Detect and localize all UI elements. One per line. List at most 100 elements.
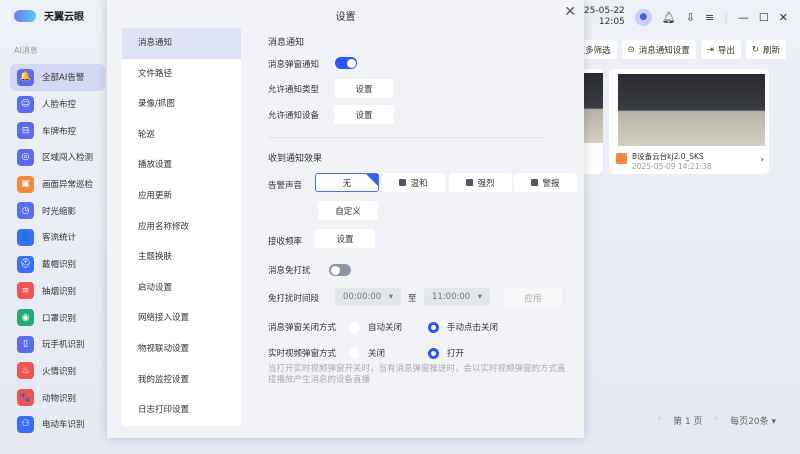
sidebar-item[interactable]: 🐾 动物识别 xyxy=(10,384,105,411)
frequency-set-button[interactable]: 设置 xyxy=(315,229,375,248)
apply-button[interactable]: 应用 xyxy=(504,288,562,307)
settings-menu-item[interactable]: 物视联动设置 xyxy=(122,334,241,365)
logo-icon xyxy=(14,9,36,22)
sidebar-item-label: 时光缩影 xyxy=(42,206,77,217)
settings-menu-item[interactable]: 文件路径 xyxy=(122,59,241,90)
sidebar-item[interactable]: 🔔 全部AI告警 xyxy=(10,64,105,91)
card-time: 2025-05-09 14:21:38 xyxy=(632,162,712,171)
dialog-title: 设置 xyxy=(335,12,356,23)
sidebar-item[interactable]: ⊟ 车牌布控 xyxy=(10,117,105,144)
close-mode-label: 消息弹窗关闭方式 xyxy=(268,323,337,333)
sidebar-item[interactable]: ≡ 抽烟识别 xyxy=(10,278,105,305)
bell-icon: 🔔 xyxy=(17,68,34,86)
sound-label: 告警声音 xyxy=(268,181,303,191)
sidebar-item[interactable]: ◎ 区域闯入检测 xyxy=(10,144,105,171)
settings-menu-item[interactable]: 轮巡 xyxy=(122,120,241,151)
area-icon: ◎ xyxy=(17,148,34,166)
dnd-period-label: 免打扰时间段 xyxy=(268,294,320,304)
minimize-icon[interactable]: — xyxy=(738,11,749,24)
custom-sound-button[interactable]: 自定义 xyxy=(318,201,378,220)
section-title: 收到通知效果 xyxy=(268,154,323,164)
settings-menu-item[interactable]: 录像/抓图 xyxy=(122,89,241,120)
settings-menu-item[interactable]: 应用名称修改 xyxy=(122,212,241,243)
sidebar: 天翼云眼 AI消息 🔔 全部AI告警 ☺ 人脸布控 ⊟ 车牌布控 ◎ 区域闯入检测 ▣ 画面异常巡… xyxy=(0,0,107,454)
settings-menu-item[interactable]: 应用更新 xyxy=(122,181,241,212)
download-icon[interactable]: ⇩ xyxy=(686,11,695,24)
settings-menu-item[interactable]: 主题换肤 xyxy=(122,242,241,273)
settings-menu-item[interactable]: 网络接入设置 xyxy=(122,303,241,334)
dnd-start-select[interactable]: 00:00:00 ▾ xyxy=(335,288,401,306)
page-size-select[interactable]: 每页20条 ▾ xyxy=(730,414,776,427)
sound-option-strong[interactable]: 强烈 xyxy=(449,173,512,192)
alert-card[interactable]: B设备云台kj2.0_SKS 2025-05-09 14:21:38 › xyxy=(609,69,769,174)
maximize-icon[interactable]: ☐ xyxy=(759,11,769,24)
radio-manual-close[interactable]: 手动点击关闭 xyxy=(428,321,498,333)
pagination: ‹ 第 1 页 › 每页20条 ▾ xyxy=(657,414,776,427)
sidebar-item[interactable]: ⛑ 戴帽识别 xyxy=(10,251,105,278)
next-page-icon[interactable]: › xyxy=(715,414,719,427)
sidebar-item[interactable]: ▯ 玩手机识别 xyxy=(10,331,105,358)
export-button[interactable]: ⇥ 导出 xyxy=(700,40,741,59)
prev-page-icon[interactable]: ‹ xyxy=(657,414,661,427)
fire-icon: ♨ xyxy=(17,362,34,380)
sidebar-item[interactable]: ◷ 时光缩影 xyxy=(10,197,105,224)
sidebar-item[interactable]: ▣ 画面异常巡检 xyxy=(10,171,105,198)
sidebar-item[interactable]: ☺ 人脸布控 xyxy=(10,91,105,118)
dnd-label: 消息免打扰 xyxy=(268,266,311,276)
settings-menu-item[interactable]: 播放设置 xyxy=(122,150,241,181)
settings-menu-item[interactable]: 日志打印设置 xyxy=(122,395,241,426)
divider: | xyxy=(724,10,728,24)
chevron-right-icon[interactable]: › xyxy=(760,155,764,165)
close-icon[interactable]: ✕ xyxy=(564,4,576,20)
sidebar-item[interactable]: ⚇ 电动车识别 xyxy=(10,411,105,438)
radio-auto-close[interactable]: 自动关闭 xyxy=(349,321,402,333)
sidebar-item[interactable]: ◉ 口罩识别 xyxy=(10,304,105,331)
sidebar-item-label: 戴帽识别 xyxy=(42,260,77,271)
sidebar-item-label: 客流统计 xyxy=(42,233,77,244)
sidebar-item[interactable]: ♨ 火情识别 xyxy=(10,358,105,385)
radio-circle xyxy=(428,347,439,359)
button-label: 应用 xyxy=(524,293,542,304)
sound-option-alarm[interactable]: 警报 xyxy=(514,173,577,192)
ebike-icon: ⚇ xyxy=(17,415,34,433)
car-icon: ⊟ xyxy=(17,122,34,140)
dnd-end-select[interactable]: 11:00:00 ▾ xyxy=(424,288,490,306)
music-icon xyxy=(466,179,474,186)
sound-option-mild[interactable]: 温和 xyxy=(382,173,445,192)
allow-device-set-button[interactable]: 设置 xyxy=(334,105,394,124)
notify-settings-button[interactable]: ⊙ 消息通知设置 xyxy=(621,40,696,59)
phone-icon: ▯ xyxy=(17,335,34,353)
screen-icon xyxy=(616,153,627,164)
page-size-label: 每页20条 xyxy=(730,417,769,427)
settings-menu-item[interactable]: 消息通知 xyxy=(122,28,241,59)
gear-icon: ⊙ xyxy=(627,44,635,55)
popup-toggle[interactable] xyxy=(335,57,357,69)
refresh-button[interactable]: ↻ 刷新 xyxy=(745,40,786,59)
button-label: 温和 xyxy=(410,178,428,189)
sidebar-item-label: 车牌布控 xyxy=(42,126,77,137)
hat-icon: ⛑ xyxy=(17,255,34,273)
settings-menu-item[interactable]: 我的监控设置 xyxy=(122,365,241,396)
dnd-toggle[interactable] xyxy=(329,264,351,276)
radio-video-off[interactable]: 关闭 xyxy=(349,347,385,359)
settings-menu-item[interactable]: 启动设置 xyxy=(122,273,241,304)
refresh-icon: ↻ xyxy=(751,44,759,55)
sidebar-item-label: 抽烟识别 xyxy=(42,286,77,297)
avatar[interactable]: ● xyxy=(634,8,652,26)
to-label: 至 xyxy=(408,294,417,304)
radio-circle xyxy=(349,347,360,359)
menu-icon[interactable]: ≡ xyxy=(705,11,714,24)
radio-video-on[interactable]: 打开 xyxy=(428,347,464,359)
sidebar-item[interactable]: 👤 客流统计 xyxy=(10,224,105,251)
face-icon: ☺ xyxy=(17,95,34,113)
allow-type-set-button[interactable]: 设置 xyxy=(334,79,394,98)
button-label: 警报 xyxy=(542,178,560,189)
close-icon[interactable]: ✕ xyxy=(779,11,788,24)
bell-icon[interactable]: 🔔︎ xyxy=(662,11,676,24)
sound-option-none[interactable]: 无 xyxy=(315,173,379,192)
sidebar-item-label: 动物识别 xyxy=(42,393,77,404)
smoke-icon: ≡ xyxy=(17,282,34,300)
sidebar-item-label: 口罩识别 xyxy=(42,313,77,324)
logo: 天翼云眼 xyxy=(14,8,84,23)
sidebar-item-label: 火情识别 xyxy=(42,366,77,377)
